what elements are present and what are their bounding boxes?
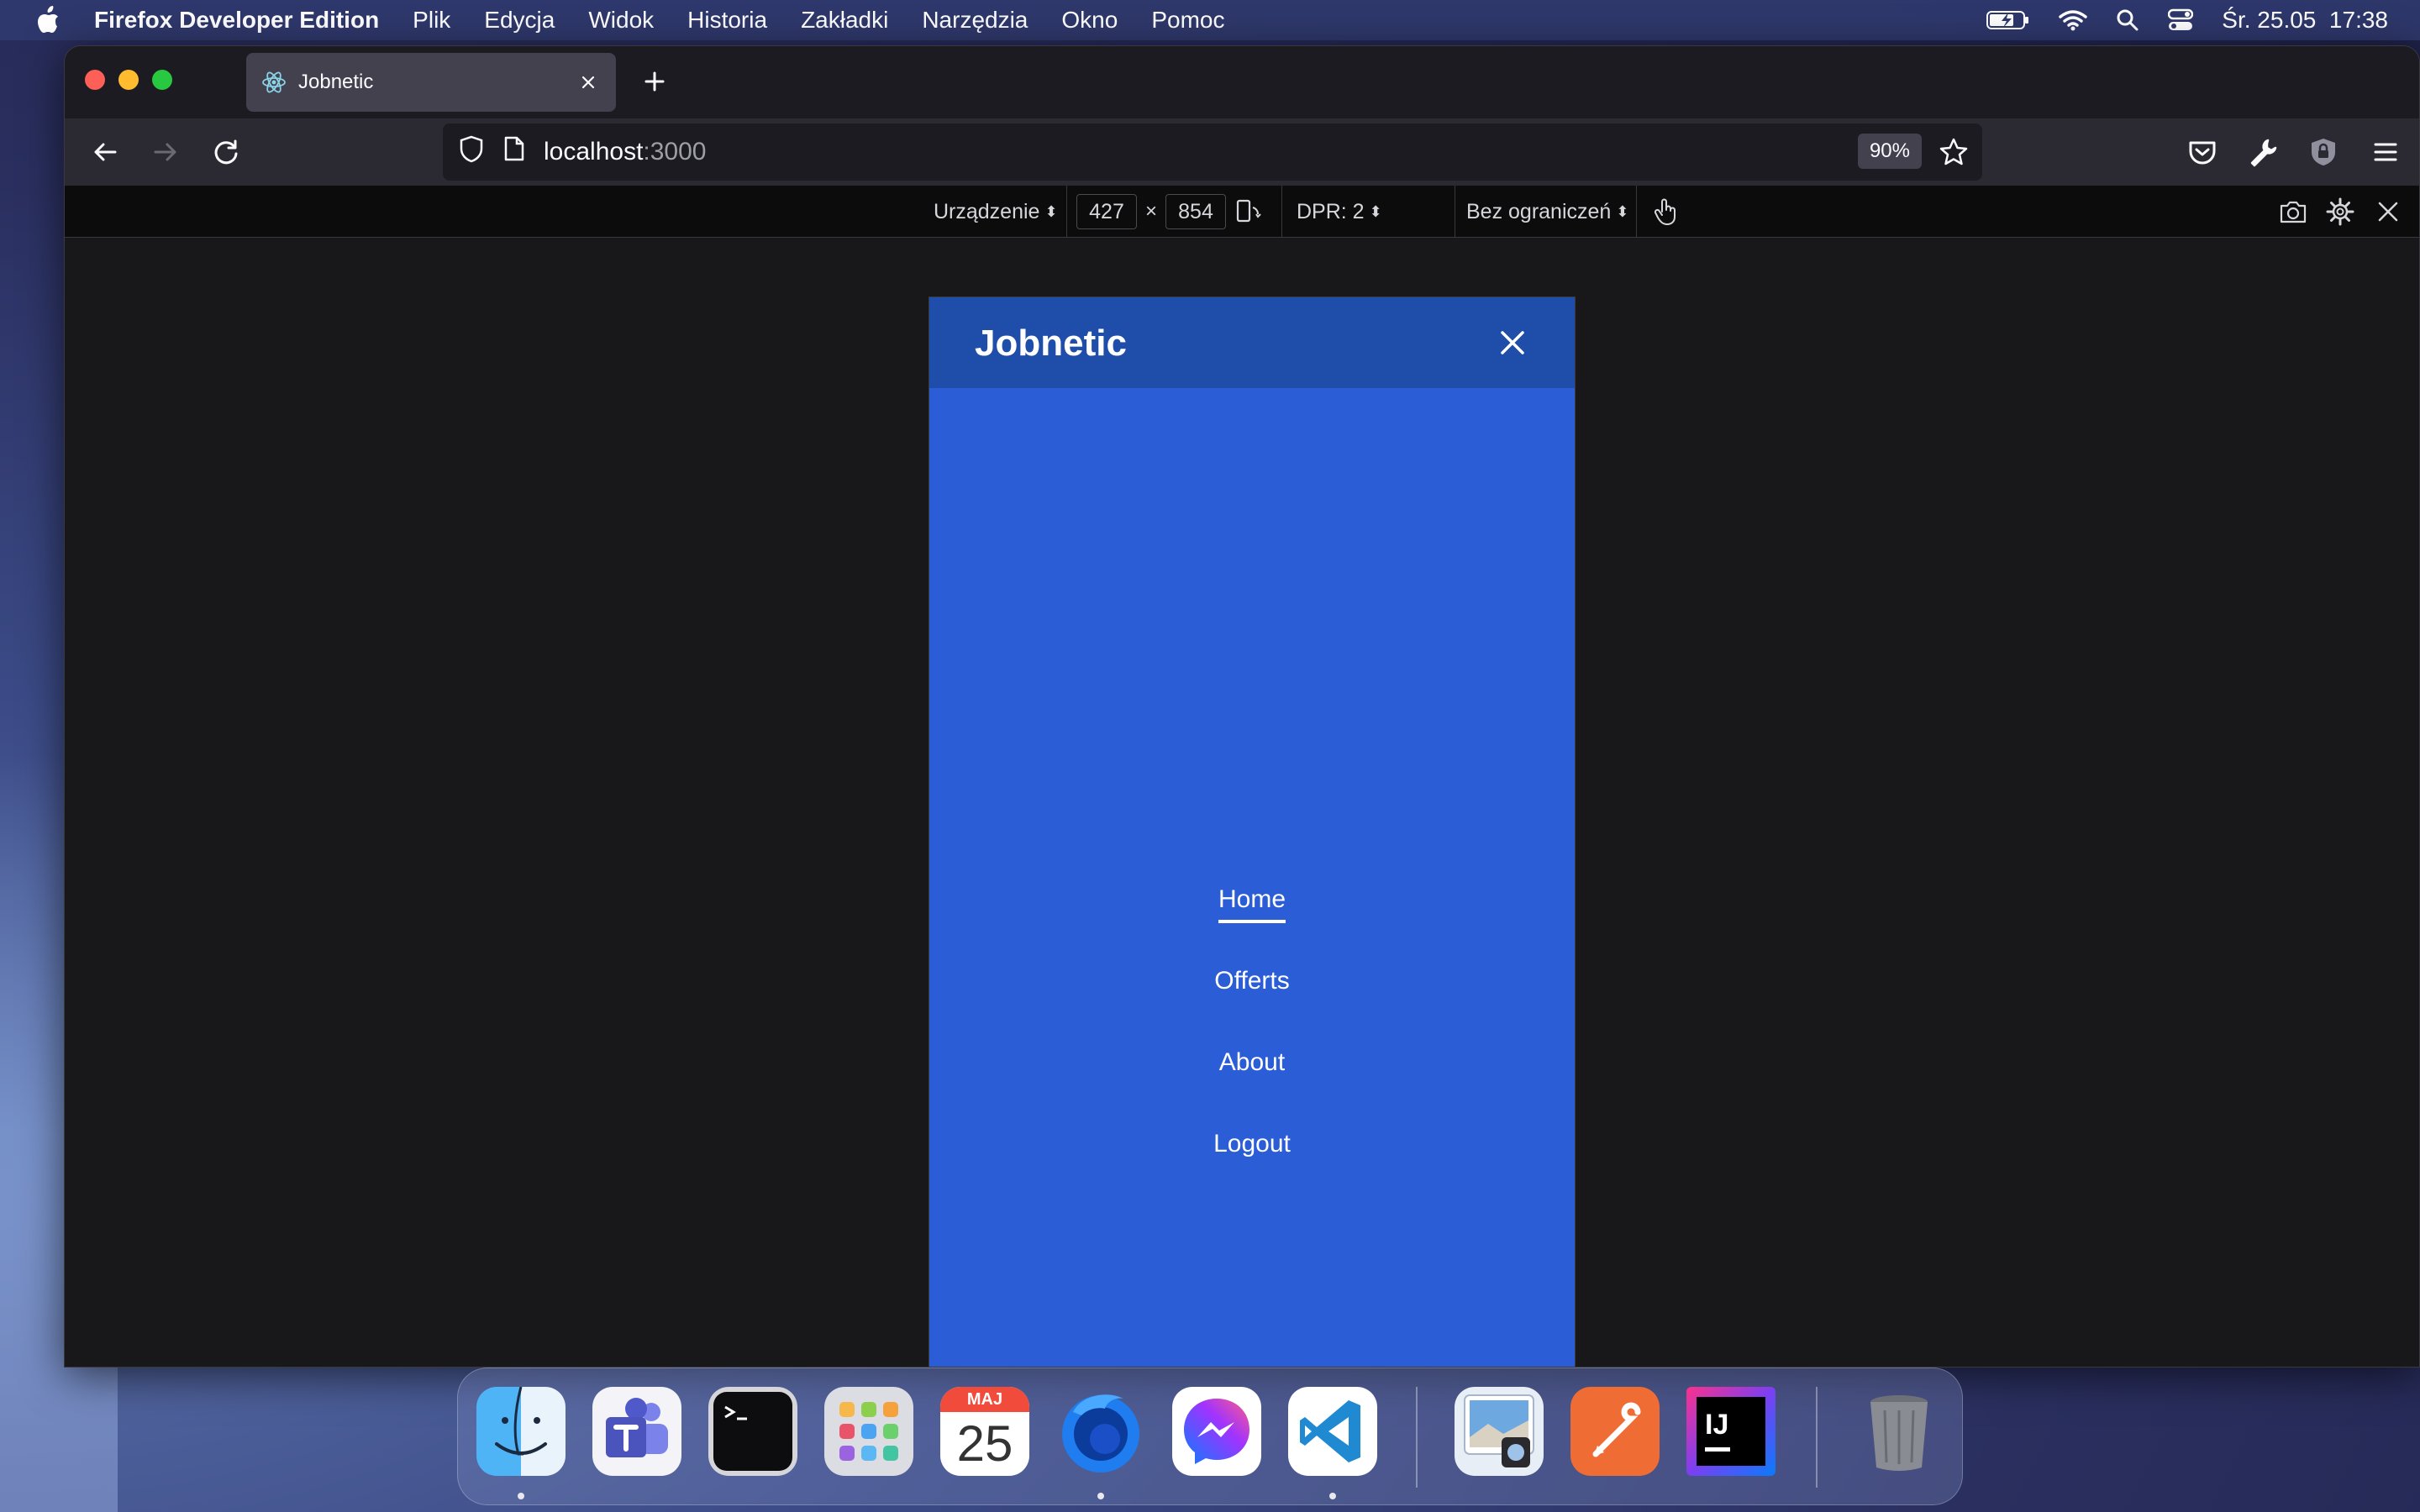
apple-logo-icon[interactable] [35, 6, 60, 34]
screenshot-camera-icon[interactable] [2278, 186, 2308, 238]
nav-link-logout[interactable]: Logout [929, 1130, 1575, 1158]
running-indicator [1329, 1493, 1336, 1499]
updown-chevron-icon: ⬍ [1044, 202, 1058, 220]
nav-link-about[interactable]: About [929, 1048, 1575, 1077]
network-throttling-selector[interactable]: Bez ograniczeń ⬍ [1466, 186, 1628, 238]
teams-icon[interactable] [592, 1387, 681, 1476]
running-indicator [1097, 1493, 1104, 1499]
tab-close-icon[interactable] [576, 70, 601, 95]
menu-edit[interactable]: Edycja [484, 7, 555, 34]
menu-window[interactable]: Okno [1061, 7, 1118, 34]
nav-link-label: Logout [1213, 1130, 1291, 1158]
nav-link-label: About [1218, 1048, 1286, 1076]
vpn-shield-icon[interactable] [2307, 135, 2340, 169]
vscode-icon[interactable] [1288, 1387, 1377, 1476]
postman-icon[interactable] [1570, 1387, 1660, 1476]
new-tab-plus-icon[interactable] [636, 63, 673, 100]
throttle-label: Bez ograniczeń [1466, 199, 1612, 223]
forward-arrow-icon[interactable] [149, 135, 182, 169]
updown-chevron-icon: ⬍ [1616, 202, 1629, 220]
dock-separator [1416, 1387, 1418, 1488]
viewport-height-input[interactable]: 854 [1165, 194, 1227, 229]
dpr-selector[interactable]: DPR: 2 ⬍ [1297, 186, 1382, 238]
dimension-separator: × [1145, 200, 1158, 223]
firefox-dev-icon[interactable] [1056, 1387, 1145, 1476]
spotlight-search-icon[interactable] [2116, 8, 2139, 32]
viewport-width-input[interactable]: 427 [1076, 194, 1137, 229]
close-window-button[interactable] [85, 70, 105, 90]
finder-icon[interactable] [476, 1387, 566, 1476]
tab-strip: Jobnetic [65, 46, 2419, 118]
wifi-icon[interactable] [2059, 9, 2088, 31]
app-header: Jobnetic [929, 297, 1575, 388]
messenger-icon[interactable] [1172, 1387, 1261, 1476]
preview-icon[interactable] [1455, 1387, 1544, 1476]
macos-menubar: Firefox Developer Edition Plik Edycja Wi… [0, 0, 2420, 40]
rdm-settings-gear-icon[interactable] [2325, 186, 2355, 238]
nav-link-label: Offerts [1214, 967, 1290, 995]
bookmark-star-icon[interactable] [1939, 137, 1969, 174]
url-port: :3000 [643, 138, 707, 165]
devtools-wrench-icon[interactable] [2246, 135, 2280, 169]
control-center-icon[interactable] [2168, 8, 2194, 32]
nav-link-offerts[interactable]: Offerts [929, 967, 1575, 995]
menu-app-name[interactable]: Firefox Developer Edition [94, 7, 379, 34]
navigation-toolbar: localhost:3000 90% [65, 118, 2419, 186]
responsive-design-toolbar: Urządzenie ⬍ 427 × 854 DPR: 2 ⬍ Bez ogra… [65, 186, 2419, 238]
calendar-day: 25 [956, 1415, 1013, 1472]
menu-help[interactable]: Pomoc [1151, 7, 1224, 34]
running-indicator [518, 1493, 524, 1499]
app-brand-logo[interactable]: Jobnetic [975, 323, 1127, 365]
battery-icon[interactable] [1986, 9, 2030, 31]
toolbar-divider [1066, 186, 1067, 238]
rotate-viewport-icon[interactable] [1234, 186, 1263, 238]
device-selector-label: Urządzenie [934, 199, 1040, 223]
device-selector[interactable]: Urządzenie ⬍ [934, 186, 1058, 238]
reload-icon[interactable] [209, 135, 243, 169]
menu-file[interactable]: Plik [413, 7, 450, 34]
toolbar-divider [1281, 186, 1282, 238]
minimize-window-button[interactable] [118, 70, 139, 90]
trash-icon[interactable] [1854, 1387, 1944, 1476]
launchpad-icon[interactable] [824, 1387, 913, 1476]
macos-dock: MAJ 25 IJ [457, 1368, 1963, 1505]
menu-history[interactable]: Historia [687, 7, 767, 34]
zoom-window-button[interactable] [152, 70, 172, 90]
react-favicon-icon [261, 70, 287, 95]
rdm-viewport-area: Jobnetic Home Offerts About Logout [65, 238, 2419, 1367]
back-arrow-icon[interactable] [88, 135, 122, 169]
terminal-icon[interactable] [708, 1387, 797, 1476]
pocket-icon[interactable] [2186, 135, 2219, 169]
nav-link-home[interactable]: Home [929, 885, 1575, 923]
tab-title: Jobnetic [298, 71, 374, 93]
firefox-window: Jobnetic localhost:3000 90% Urządzenie … [64, 45, 2420, 1368]
dock-separator [1816, 1387, 1818, 1488]
touch-simulation-icon[interactable] [1653, 186, 1678, 238]
close-rdm-icon[interactable] [2375, 186, 2401, 238]
updown-chevron-icon: ⬍ [1369, 202, 1382, 220]
calendar-icon[interactable]: MAJ 25 [940, 1387, 1029, 1476]
toolbar-divider [1636, 186, 1637, 238]
close-menu-x-icon[interactable] [1497, 328, 1528, 358]
url-host: localhost [544, 138, 644, 165]
menu-bookmarks[interactable]: Zakładki [801, 7, 888, 34]
tracking-shield-icon[interactable] [458, 134, 485, 170]
hamburger-menu-icon[interactable] [2369, 135, 2402, 169]
menubar-datetime[interactable]: Śr. 25.05 17:38 [2222, 7, 2388, 34]
device-viewport: Jobnetic Home Offerts About Logout [929, 297, 1576, 1367]
url-bar[interactable]: localhost:3000 90% [443, 123, 1982, 181]
intellij-icon[interactable]: IJ [1686, 1387, 1776, 1476]
nav-link-label: Home [1218, 885, 1286, 923]
dpr-label: DPR: 2 [1297, 199, 1365, 223]
tab-jobnetic[interactable]: Jobnetic [246, 53, 616, 112]
svg-text:IJ: IJ [1705, 1409, 1728, 1441]
viewport-size-inputs: 427 × 854 [1076, 186, 1227, 238]
calendar-month: MAJ [940, 1387, 1029, 1412]
menu-view[interactable]: Widok [588, 7, 654, 34]
page-info-icon[interactable] [503, 135, 525, 169]
zoom-level-badge[interactable]: 90% [1857, 134, 1922, 169]
menu-tools[interactable]: Narzędzia [922, 7, 1028, 34]
